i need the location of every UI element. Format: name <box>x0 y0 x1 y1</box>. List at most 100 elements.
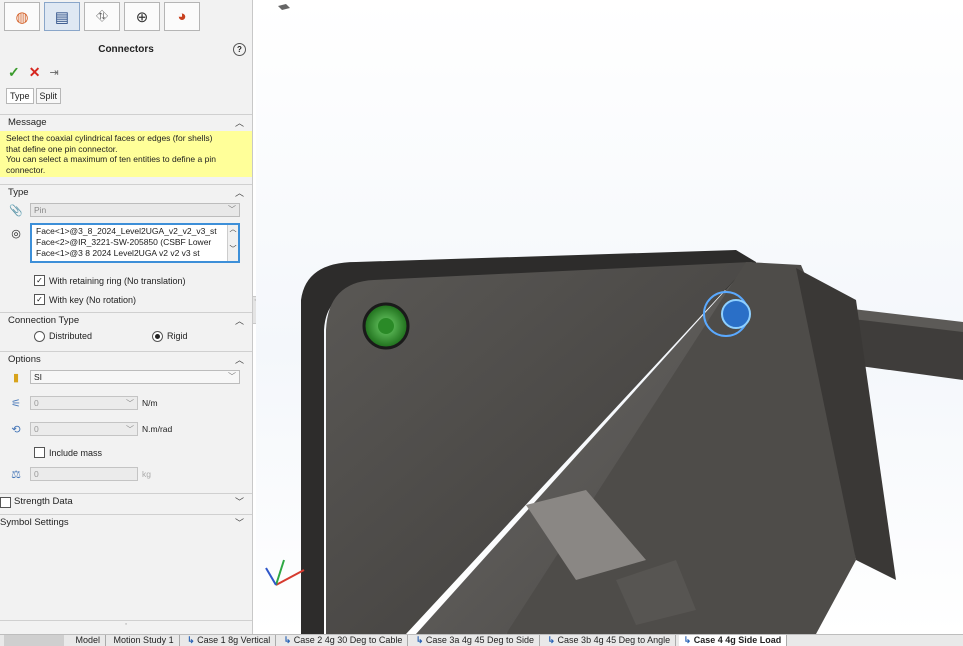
collapse-chevron-icon[interactable]: ︿ <box>235 313 244 329</box>
options-header[interactable]: Options ︿ <box>0 352 252 368</box>
feature-tree-tab-icon[interactable]: ▤ <box>44 2 80 31</box>
panel-footer-grip[interactable]: ◦ <box>0 620 252 628</box>
connection-type-label: Connection Type <box>8 315 80 326</box>
rigid-radio[interactable] <box>152 330 164 342</box>
strength-data-header[interactable]: Strength Data ﹀ <box>0 494 252 510</box>
message-header-label: Message <box>8 117 47 128</box>
rotational-stiffness-value: 0 <box>34 424 39 434</box>
message-line: that define one pin connector. <box>6 143 118 154</box>
tab-type[interactable]: Type <box>6 88 34 104</box>
green-pin-center <box>378 318 394 334</box>
options-section: Options ︿ ▮ SI ﹀ ⚟ 0 ﹀ N/m ⟲ 0 ﹀ N.m/rad <box>0 351 252 483</box>
distributed-label: Distributed <box>49 331 93 341</box>
graphics-viewport[interactable] <box>256 0 963 634</box>
ok-check-icon[interactable]: ✓ <box>8 64 20 81</box>
connection-type-section: Connection Type ︿ Distributed Rigid <box>0 312 252 343</box>
chevron-down-icon[interactable]: ﹀ <box>126 398 134 409</box>
list-item[interactable]: Face<1>@3 8 2024 Level2UGA v2 v2 v3 st <box>36 248 236 259</box>
study-icon: ↳ <box>547 635 558 645</box>
property-manager-title: Connectors ? <box>0 42 252 58</box>
tab-scroll-buttons[interactable] <box>4 635 64 646</box>
tab-model[interactable]: Model <box>71 635 107 646</box>
message-line: Select the coaxial cylindrical faces or … <box>6 133 213 143</box>
expand-chevron-icon[interactable]: ﹀ <box>235 494 244 510</box>
include-mass-checkbox-row[interactable]: Include mass <box>34 447 252 458</box>
pushpin-icon[interactable]: ⇥ <box>49 66 58 79</box>
message-section: Message ︿ Select the coaxial cylindrical… <box>0 114 252 177</box>
message-line: You can select a maximum of ten entities… <box>6 154 216 164</box>
appearance-tab-icon[interactable]: ◕ <box>164 2 200 31</box>
distributed-radio-row[interactable]: Distributed <box>34 330 93 342</box>
mass-icon: ⚖ <box>11 468 21 481</box>
selection-row: ◎ Face<1>@3_8_2024_Level2UGA_v2_v2_v3_st… <box>0 223 252 263</box>
tab-study-case-4[interactable]: ↳ Case 4 4g Side Load <box>678 635 788 646</box>
selected-hole[interactable] <box>721 299 751 329</box>
pm-subtabs: Type Split <box>6 88 252 104</box>
chevron-down-icon: ﹀ <box>228 205 236 214</box>
type-section: Type ︿ 📎 Pin ﹀ ◎ Face<1>@3_8_2024_Level2… <box>0 184 252 305</box>
tab-motion-study[interactable]: Motion Study 1 <box>109 635 180 646</box>
key-checkbox[interactable]: ✓ <box>34 294 45 305</box>
rotational-stiffness-input[interactable]: 0 ﹀ <box>30 422 138 436</box>
tab-case1-label: Case 1 8g Vertical <box>197 635 271 645</box>
collapse-chevron-icon[interactable]: ︿ <box>235 185 244 201</box>
distributed-radio[interactable] <box>34 330 45 342</box>
axial-stiffness-icon: ⚟ <box>11 397 21 410</box>
expand-chevron-icon[interactable]: ﹀ <box>235 515 244 531</box>
property-manager-panel: ◍ ▤ ⛗ ⊕ ◕ Connectors ? ✓ ✕ ⇥ Type Split … <box>0 0 253 634</box>
axial-stiffness-value: 0 <box>34 398 39 408</box>
chevron-down-icon: ﹀ <box>228 372 236 381</box>
rigid-radio-row[interactable]: Rigid <box>152 330 188 342</box>
message-header[interactable]: Message ︿ <box>0 115 252 131</box>
tab-study-case-1[interactable]: ↳ Case 1 8g Vertical <box>182 635 277 646</box>
cad-model-view[interactable] <box>256 0 963 634</box>
tab-study-case-3b[interactable]: ↳ Case 3b 4g 45 Deg to Angle <box>543 635 677 646</box>
message-text: Select the coaxial cylindrical faces or … <box>0 131 252 177</box>
list-item[interactable]: Face<2>@IR_3221-SW-205850 (CSBF Lower <box>36 237 236 248</box>
unit-system-dropdown[interactable]: SI ﹀ <box>30 370 240 384</box>
type-header-label: Type <box>8 187 29 198</box>
mass-row: ⚖ 0 kg <box>0 465 252 483</box>
strength-data-checkbox[interactable] <box>0 496 11 508</box>
rotational-stiffness-unit: N.m/rad <box>142 424 173 434</box>
unit-system-icon: ▮ <box>12 371 20 384</box>
coordinate-triad <box>265 559 305 586</box>
tab-case3a-label: Case 3a 4g 45 Deg to Side <box>425 635 534 645</box>
chevron-down-icon[interactable]: ﹀ <box>126 424 134 435</box>
featuremanager-tabs: ◍ ▤ ⛗ ⊕ ◕ <box>0 0 252 34</box>
mass-input[interactable]: 0 <box>30 467 138 481</box>
key-checkbox-row[interactable]: ✓ With key (No rotation) <box>34 294 252 305</box>
collapse-chevron-icon[interactable]: ︿ <box>235 115 244 131</box>
study-icon: ↳ <box>283 635 294 645</box>
selected-faces-list[interactable]: Face<1>@3_8_2024_Level2UGA_v2_v2_v3_st F… <box>30 223 240 263</box>
tab-study-case-2[interactable]: ↳ Case 2 4g 30 Deg to Cable <box>279 635 409 646</box>
connection-type-header[interactable]: Connection Type ︿ <box>0 313 252 329</box>
tab-split[interactable]: Split <box>35 88 62 104</box>
configuration-tab-icon[interactable]: ⛗ <box>84 2 120 31</box>
unit-system-value: SI <box>34 372 43 382</box>
type-header[interactable]: Type ︿ <box>0 185 252 201</box>
help-icon[interactable]: ? <box>233 43 246 56</box>
study-icon: ↳ <box>415 635 426 645</box>
symbol-settings-header[interactable]: Symbol Settings ﹀ <box>0 515 252 531</box>
dimxpert-tab-icon[interactable]: ⊕ <box>124 2 160 31</box>
tab-study-case-3a[interactable]: ↳ Case 3a 4g 45 Deg to Side <box>411 635 540 646</box>
collapse-chevron-icon[interactable]: ︿ <box>235 352 244 368</box>
retaining-ring-checkbox-row[interactable]: ✓ With retaining ring (No translation) <box>34 275 252 286</box>
axial-stiffness-input[interactable]: 0 ﹀ <box>30 396 138 410</box>
study-icon: ↳ <box>187 635 198 645</box>
list-scrollbar[interactable]: ︿ ﹀ <box>227 225 238 261</box>
include-mass-checkbox[interactable] <box>34 447 45 458</box>
cancel-x-icon[interactable]: ✕ <box>29 64 41 81</box>
message-line: connector. <box>6 164 46 175</box>
pin-connector-icon: 📎 <box>9 204 23 217</box>
study-tab-bar: Model Motion Study 1 ↳ Case 1 8g Vertica… <box>0 634 963 646</box>
display-manager-tab-icon[interactable]: ◍ <box>4 2 40 31</box>
list-item[interactable]: Face<1>@3_8_2024_Level2UGA_v2_v2_v3_st <box>36 226 236 237</box>
strength-data-label: Strength Data <box>14 496 73 507</box>
retaining-ring-checkbox[interactable]: ✓ <box>34 275 45 286</box>
key-label: With key (No rotation) <box>49 294 137 305</box>
symbol-settings-label: Symbol Settings <box>0 517 69 528</box>
connector-type-dropdown[interactable]: Pin ﹀ <box>30 203 240 217</box>
include-mass-label: Include mass <box>49 447 103 458</box>
